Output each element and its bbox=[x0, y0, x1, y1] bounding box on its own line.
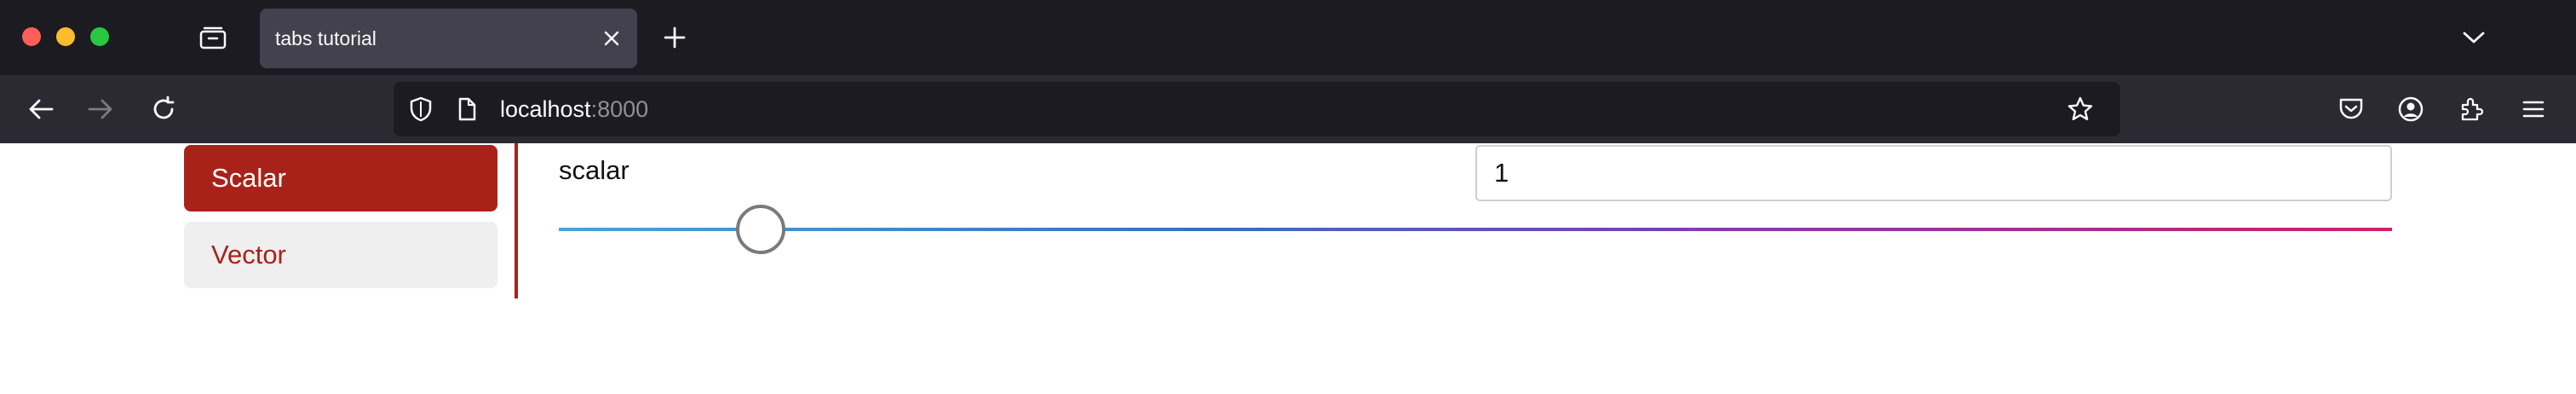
tab-close-icon[interactable] bbox=[595, 21, 629, 55]
tab-strip: tabs tutorial bbox=[0, 0, 2576, 75]
forward-arrow-icon[interactable] bbox=[82, 90, 119, 128]
pocket-icon[interactable] bbox=[2332, 90, 2370, 128]
url-port: :8000 bbox=[590, 96, 649, 122]
extensions-puzzle-icon[interactable] bbox=[2453, 90, 2491, 128]
scalar-slider-track[interactable] bbox=[559, 228, 2392, 231]
window-maximize-button[interactable] bbox=[90, 27, 109, 46]
tab-vector[interactable]: Vector bbox=[184, 222, 497, 288]
url-host: localhost bbox=[500, 96, 591, 122]
scalar-value-input[interactable] bbox=[1475, 145, 2392, 201]
browser-tab[interactable]: tabs tutorial bbox=[260, 9, 637, 68]
tab-divider bbox=[515, 143, 518, 298]
reload-icon[interactable] bbox=[145, 90, 182, 128]
bookmark-star-icon[interactable] bbox=[2061, 90, 2099, 128]
tab-title: tabs tutorial bbox=[275, 27, 377, 49]
url-bar[interactable]: localhost:8000 bbox=[394, 82, 2120, 136]
scalar-label: scalar bbox=[559, 155, 630, 185]
shield-icon[interactable] bbox=[402, 90, 440, 128]
page-icon[interactable] bbox=[448, 90, 486, 128]
list-all-tabs-chevron-down-icon[interactable] bbox=[2455, 19, 2493, 56]
window-minimize-button[interactable] bbox=[56, 27, 75, 46]
tab-manager-icon[interactable] bbox=[194, 20, 232, 55]
window-close-button[interactable] bbox=[22, 27, 41, 46]
tab-scalar[interactable]: Scalar bbox=[184, 145, 497, 211]
account-icon[interactable] bbox=[2392, 90, 2429, 128]
url-text[interactable]: localhost:8000 bbox=[500, 82, 648, 136]
new-tab-plus-icon[interactable] bbox=[656, 19, 693, 56]
scalar-slider-thumb[interactable] bbox=[735, 205, 785, 254]
browser-chrome: tabs tutorial localhost:8000 bbox=[0, 0, 2576, 143]
menu-icon[interactable] bbox=[2515, 90, 2552, 128]
back-arrow-icon[interactable] bbox=[22, 90, 60, 128]
navigation-bar: localhost:8000 bbox=[0, 75, 2576, 143]
page-content: Scalar Vector scalar bbox=[0, 143, 2576, 394]
